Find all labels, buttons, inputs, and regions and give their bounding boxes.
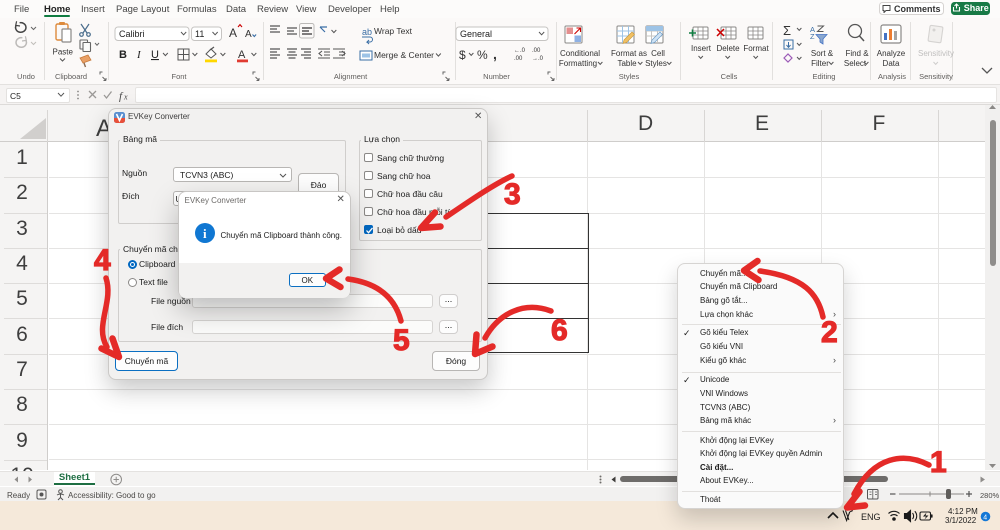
svg-text:Wrap Text: Wrap Text [374,26,413,36]
svg-text:Find &: Find & [845,49,869,58]
svg-text:,: , [493,46,497,62]
svg-text:Σ: Σ [783,23,791,38]
svg-text:Z: Z [810,32,815,41]
svg-text:A: A [245,29,252,40]
svg-text:Paste: Paste [53,48,74,57]
svg-text:General: General [460,29,492,39]
svg-text:←.0: ←.0 [514,48,526,54]
svg-text:%: % [477,48,488,62]
svg-text:Delete: Delete [716,44,740,53]
svg-text:Format: Format [743,44,769,53]
svg-text:Select: Select [844,59,867,68]
svg-text:.00: .00 [532,48,541,54]
svg-text:Styles: Styles [645,59,667,68]
svg-text:.00: .00 [514,56,523,62]
svg-text:Insert: Insert [691,44,712,53]
svg-text:U: U [151,49,159,61]
svg-text:Cell: Cell [651,49,665,58]
svg-text:Sort &: Sort & [811,49,834,58]
svg-text:A: A [238,49,246,61]
svg-text:4: 4 [983,514,987,521]
svg-text:Formatting: Formatting [559,59,597,68]
svg-text:Conditional: Conditional [560,49,600,58]
svg-text:Format as: Format as [611,49,647,58]
svg-text:A: A [229,26,237,40]
svg-text:Filter: Filter [811,59,829,68]
svg-text:I: I [136,49,142,61]
svg-text:B: B [119,49,127,61]
svg-text:Calibri: Calibri [119,29,145,39]
svg-text:Data: Data [883,59,900,68]
svg-text:11: 11 [195,29,204,39]
svg-text:Table: Table [617,59,637,68]
svg-text:ab: ab [362,27,372,37]
svg-text:$: $ [459,48,466,62]
svg-text:x: x [123,93,128,102]
svg-text:Analyze: Analyze [877,49,906,58]
svg-text:→.0: →.0 [532,56,544,62]
svg-text:Merge & Center: Merge & Center [374,50,434,60]
svg-text:Sensitivity: Sensitivity [918,49,954,58]
